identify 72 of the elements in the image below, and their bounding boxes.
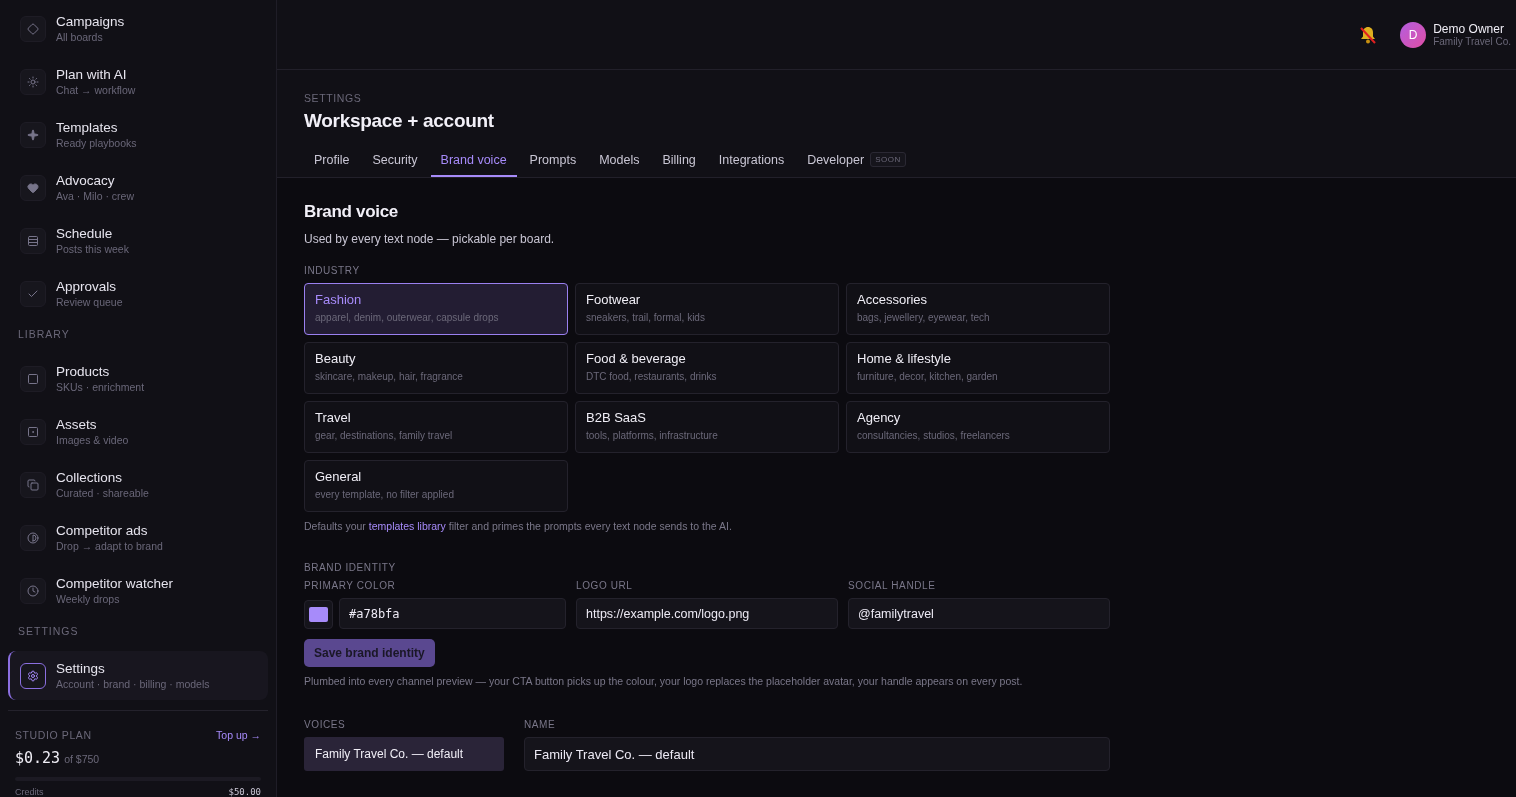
sidebar-item[interactable]: Collections Curated · shareable (8, 460, 268, 510)
industry-card[interactable]: Home & lifestyle furniture, decor, kitchen, garden (846, 342, 1110, 394)
tab[interactable]: Developer SOON (797, 152, 916, 177)
tab[interactable]: Prompts (519, 152, 587, 177)
industry-note: Defaults your templates library filter and primes the prompts every text node sends to the AI. (304, 520, 733, 532)
field-label: VOICES (304, 719, 347, 730)
sidebar-item[interactable]: Advocacy Ava · Milo · crew (8, 163, 268, 213)
industry-card[interactable]: General every template, no filter applied (304, 460, 568, 512)
sidebar-item[interactable]: Settings Account · brand · billing · models (8, 651, 268, 701)
sidebar-item[interactable]: Products SKUs · enrichment (8, 354, 268, 404)
sidebar-item[interactable]: Assets Images & video (8, 407, 268, 457)
tab[interactable]: Integrations (708, 152, 795, 177)
plan-limit: of $750 (64, 753, 100, 765)
section-label: BRAND IDENTITY (304, 562, 397, 573)
voice-name-input[interactable]: Family Travel Co. — default (524, 737, 1110, 771)
tab[interactable]: Brand voice (430, 152, 517, 177)
page-eyebrow: SETTINGS (304, 92, 363, 104)
field-label: SOCIAL HANDLE (848, 580, 937, 591)
square-icon (20, 365, 46, 392)
sidebar-item[interactable]: Plan with AI Chat → workflow (8, 57, 268, 107)
sun-icon (20, 68, 46, 95)
field-label: PRIMARY COLOR (304, 580, 397, 591)
industry-card[interactable]: Footwear sneakers, trail, formal, kids (575, 283, 839, 335)
credits-value: $50.00 (228, 787, 261, 797)
page-title: Workspace + account (304, 110, 495, 132)
sidebar-heading: LIBRARY (17, 327, 71, 342)
industry-card[interactable]: Agency consultancies, studios, freelancers (846, 401, 1110, 453)
framed-square-icon (20, 418, 46, 445)
sparkle-icon (20, 121, 46, 148)
sidebar-item[interactable]: Campaigns All boards (8, 4, 268, 54)
clock-icon (20, 577, 46, 604)
industry-card[interactable]: Beauty skincare, makeup, hair, fragrance (304, 342, 568, 394)
user-avatar[interactable]: D (1400, 21, 1427, 48)
check-icon (20, 280, 46, 307)
industry-card[interactable]: B2B SaaS tools, platforms, infrastructure (575, 401, 839, 453)
tab[interactable]: Models (589, 152, 650, 177)
industry-card[interactable]: Fashion apparel, denim, outerwear, capsule drops (304, 283, 568, 335)
logo-url-input[interactable]: https://example.com/logo.png (576, 598, 838, 629)
color-input[interactable]: #a78bfa (339, 598, 566, 629)
tab[interactable]: Security (362, 152, 428, 177)
plan-label: STUDIO PLAN (15, 729, 92, 741)
copy-icon (20, 471, 46, 498)
soon-badge: SOON (870, 152, 906, 167)
muted-bell-icon[interactable] (1358, 24, 1379, 45)
field-label: INDUSTRY (304, 265, 361, 276)
user-name: Demo Owner (1433, 22, 1505, 36)
identity-note: Plumbed into every channel preview — your CTA button picks up the colour, your logo replaces the placeholder avatar, your handle appears on every post. (304, 675, 1024, 687)
industry-card[interactable]: Accessories bags, jewellery, eyewear, tech (846, 283, 1110, 335)
tab[interactable]: Billing (652, 152, 706, 177)
voice-item[interactable]: Family Travel Co. — default (304, 737, 504, 771)
settings-icon (20, 662, 46, 689)
social-handle-input[interactable]: @familytravel (848, 598, 1110, 629)
color-swatch[interactable] (304, 600, 333, 629)
sidebar-item[interactable]: Competitor ads Drop → adapt to brand (8, 513, 268, 563)
sidebar-item[interactable]: Competitor watcher Weekly drops (8, 566, 268, 616)
section-title: Brand voice (304, 202, 399, 222)
industry-card[interactable]: Food & beverage DTC food, restaurants, drinks (575, 342, 839, 394)
templates-library-link[interactable]: templates library (368, 520, 446, 532)
field-label: LOGO URL (576, 580, 634, 591)
section-description: Used by every text node — pickable per board. (304, 232, 556, 246)
sidebar-item[interactable]: Templates Ready playbooks (8, 110, 268, 160)
sidebar-item[interactable]: Approvals Review queue (8, 269, 268, 319)
user-org: Family Travel Co. (1433, 36, 1511, 47)
plan-amount: $0.23 (15, 749, 61, 767)
sidebar-heading: SETTINGS (17, 624, 80, 639)
credits-label: Credits (15, 787, 44, 797)
industry-card[interactable]: Travel gear, destinations, family travel (304, 401, 568, 453)
field-label: NAME (524, 719, 557, 730)
list-icon (20, 227, 46, 254)
sidebar-item[interactable]: Schedule Posts this week (8, 216, 268, 266)
top-up-link[interactable]: Top up → (216, 729, 261, 741)
tab[interactable]: Profile (304, 152, 360, 177)
